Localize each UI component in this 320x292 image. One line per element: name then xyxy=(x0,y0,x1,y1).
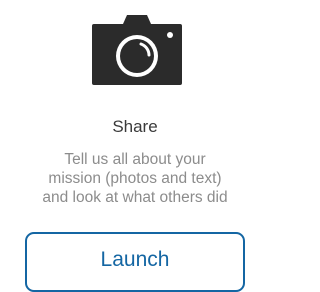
card-description: Tell us all about your mission (photos a… xyxy=(0,150,270,207)
share-card: Share Tell us all about your mission (ph… xyxy=(0,0,270,292)
description-line: mission (photos and text) xyxy=(48,170,222,187)
launch-button-label: Launch xyxy=(100,248,170,271)
camera-icon xyxy=(92,15,182,85)
card-title: Share xyxy=(112,117,158,136)
description-line: and look at what others did xyxy=(42,189,228,206)
description-line: Tell us all about your xyxy=(64,151,206,168)
launch-button[interactable]: Launch xyxy=(25,232,245,292)
